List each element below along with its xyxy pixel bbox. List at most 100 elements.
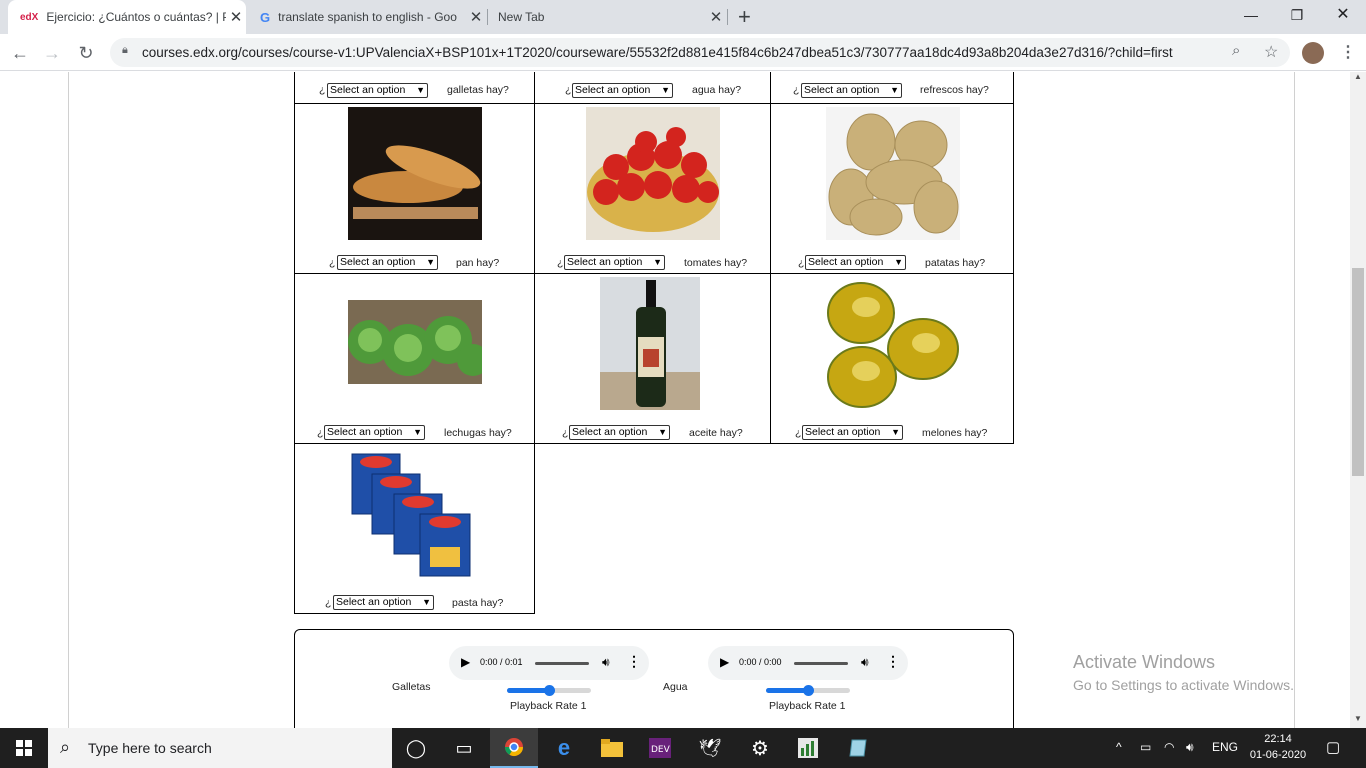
answer-select[interactable]: Select an option ▼ xyxy=(802,425,903,440)
avatar[interactable] xyxy=(1302,42,1324,64)
answer-select[interactable]: Select an option ▼ xyxy=(327,83,428,98)
reload-icon[interactable]: ↻ xyxy=(72,39,100,67)
forward-icon[interactable]: → xyxy=(38,39,66,67)
show-hidden-icons-icon[interactable]: ^ xyxy=(1116,740,1122,754)
volume-tray-icon[interactable]: 🔊︎ xyxy=(1186,740,1194,755)
battery-icon[interactable]: ▭ xyxy=(1140,740,1151,754)
quiz-cell: ¿ Select an option ▼ tomates hay? xyxy=(534,103,771,274)
close-tab-icon[interactable]: ✕ xyxy=(226,8,246,26)
question-noun: refrescos hay? xyxy=(920,84,989,96)
playback-rate-slider[interactable] xyxy=(766,685,850,696)
notifications-icon[interactable]: ▢ xyxy=(1326,738,1340,756)
answer-select[interactable]: Select an option ▼ xyxy=(333,595,434,610)
playback-rate-label: Playback Rate 1 xyxy=(769,700,846,712)
audio-player[interactable]: ▶ 0:00 / 0:00 🔊︎ ⋮ xyxy=(708,646,908,680)
chevron-down-icon: ▼ xyxy=(891,427,900,437)
chevron-down-icon: ▼ xyxy=(413,427,422,437)
question-prefix: ¿ xyxy=(317,427,324,439)
close-tab-icon[interactable]: ✕ xyxy=(466,8,486,26)
cortana-icon[interactable]: ◯ xyxy=(392,728,440,768)
play-icon[interactable]: ▶ xyxy=(461,655,470,669)
chrome-icon[interactable] xyxy=(490,728,538,768)
quiz-cell: ¿ Select an option ▼ refrescos hay? xyxy=(770,72,1014,104)
slider-thumb[interactable] xyxy=(803,685,814,696)
taskbar: ⌕ Type here to search ◯ ▭ e DEV 🕊︎ ⚙ ^ ▭… xyxy=(0,728,1366,768)
task-view-icon[interactable]: ▭ xyxy=(440,728,488,768)
scroll-down-icon[interactable]: ▼ xyxy=(1354,714,1362,723)
bookmark-star-icon[interactable]: ☆ xyxy=(1264,42,1278,62)
audio-time: 0:00 / 0:01 xyxy=(480,657,523,667)
seek-bar[interactable] xyxy=(535,662,589,665)
question-noun: pan hay? xyxy=(456,257,500,269)
chevron-down-icon: ▼ xyxy=(426,257,435,267)
dev-app-icon[interactable]: DEV xyxy=(636,728,684,768)
wifi-icon[interactable]: ◠ xyxy=(1164,740,1174,754)
google-icon: G xyxy=(260,9,271,25)
address-bar[interactable]: 🔒︎ courses.edx.org/courses/course-v1:UPV… xyxy=(110,38,1290,67)
question-noun: lechugas hay? xyxy=(444,427,512,439)
scroll-thumb[interactable] xyxy=(1352,268,1364,476)
volume-icon[interactable]: 🔊︎ xyxy=(861,655,869,670)
audio-label: Agua xyxy=(663,681,688,693)
question-prefix: ¿ xyxy=(329,257,336,269)
chart-app-icon[interactable] xyxy=(784,728,832,768)
tab-edx[interactable]: edX Ejercicio: ¿Cuántos o cuántas? | P ✕ xyxy=(8,0,246,34)
zoom-icon[interactable]: ⌕ xyxy=(1232,42,1240,59)
file-explorer-icon[interactable] xyxy=(588,728,636,768)
bird-app-icon[interactable]: 🕊︎ xyxy=(686,728,734,768)
answer-select[interactable]: Select an option ▼ xyxy=(337,255,438,270)
audio-player[interactable]: ▶ 0:00 / 0:01 🔊︎ ⋮ xyxy=(449,646,649,680)
volume-icon[interactable]: 🔊︎ xyxy=(602,655,610,670)
play-icon[interactable]: ▶ xyxy=(720,655,729,669)
scroll-up-icon[interactable]: ▲ xyxy=(1354,72,1362,81)
clock-time: 22:14 xyxy=(1264,733,1292,745)
question-prefix: ¿ xyxy=(319,84,326,96)
back-icon[interactable]: ← xyxy=(6,39,34,67)
question-prefix: ¿ xyxy=(325,597,332,609)
answer-select[interactable]: Select an option ▼ xyxy=(324,425,425,440)
answer-select[interactable]: Select an option ▼ xyxy=(564,255,665,270)
select-value: Select an option xyxy=(330,84,406,96)
bread-image xyxy=(348,107,482,240)
clock[interactable]: 22:14 01-06-2020 xyxy=(1248,731,1308,763)
browser-toolbar: ← → ↻ 🔒︎ courses.edx.org/courses/course-… xyxy=(0,34,1366,71)
close-window-icon[interactable]: ✕ xyxy=(1320,0,1366,30)
edx-icon: edX xyxy=(20,11,39,23)
question-noun: galletas hay? xyxy=(447,84,509,96)
answer-select[interactable]: Select an option ▼ xyxy=(569,425,670,440)
taskbar-search[interactable]: ⌕ Type here to search xyxy=(48,728,392,768)
select-value: Select an option xyxy=(340,256,416,268)
edge-icon[interactable]: e xyxy=(540,728,588,768)
minimize-icon[interactable]: — xyxy=(1228,0,1274,30)
svg-text:DEV: DEV xyxy=(651,745,671,755)
tab-new-tab[interactable]: New Tab ✕ xyxy=(488,0,726,34)
content-border xyxy=(68,72,69,728)
more-options-icon[interactable]: ⋮ xyxy=(627,653,641,670)
playback-rate-label: Playback Rate 1 xyxy=(510,700,587,712)
vertical-scrollbar[interactable]: ▲ ▼ xyxy=(1350,72,1366,728)
new-tab-button[interactable]: + xyxy=(738,4,751,30)
settings-gear-icon[interactable]: ⚙ xyxy=(736,728,784,768)
menu-kebab-icon[interactable]: ⋮ xyxy=(1340,42,1356,62)
tomatoes-image xyxy=(586,107,720,240)
content-border xyxy=(1294,72,1295,728)
chevron-down-icon: ▼ xyxy=(890,85,899,95)
close-tab-icon[interactable]: ✕ xyxy=(706,8,726,26)
seek-bar[interactable] xyxy=(794,662,848,665)
answer-select[interactable]: Select an option ▼ xyxy=(572,83,673,98)
url-text: courses.edx.org/courses/course-v1:UPVale… xyxy=(142,45,1173,60)
slider-thumb[interactable] xyxy=(544,685,555,696)
restore-icon[interactable]: ❐ xyxy=(1274,0,1320,30)
windows-start-icon[interactable] xyxy=(0,728,48,768)
playback-rate-slider[interactable] xyxy=(507,685,591,696)
melons-image xyxy=(826,277,960,410)
tab-google[interactable]: G translate spanish to english - Goo ✕ xyxy=(248,0,486,34)
language-indicator[interactable]: ENG xyxy=(1212,740,1238,754)
more-options-icon[interactable]: ⋮ xyxy=(886,653,900,670)
potatoes-image xyxy=(826,107,960,240)
answer-select[interactable]: Select an option ▼ xyxy=(801,83,902,98)
question-prefix: ¿ xyxy=(793,84,800,96)
select-value: Select an option xyxy=(575,84,651,96)
answer-select[interactable]: Select an option ▼ xyxy=(805,255,906,270)
notes-app-icon[interactable] xyxy=(834,728,882,768)
